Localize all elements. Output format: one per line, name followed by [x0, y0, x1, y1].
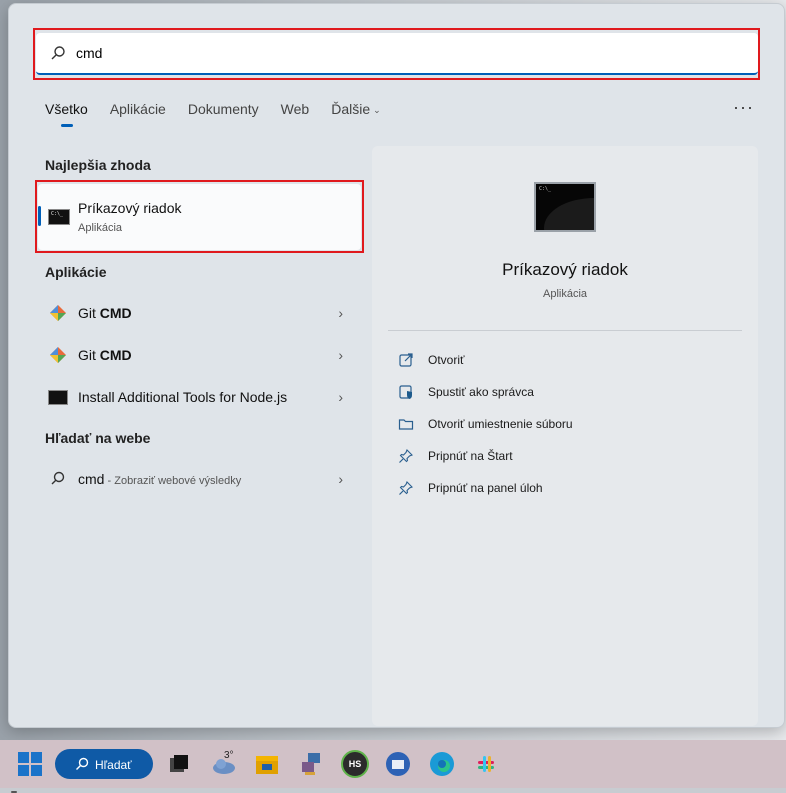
command-prompt-large-icon: C:\_ [534, 182, 596, 232]
app-item-label: Install Additional Tools for Node.js [78, 389, 288, 405]
git-icon [50, 305, 66, 321]
search-input[interactable] [74, 44, 718, 62]
edge-browser-icon[interactable] [428, 750, 456, 778]
action-open[interactable]: Otvoriť [396, 348, 726, 372]
best-match-item[interactable]: C:\_ Príkazový riadok Aplikácia [38, 184, 361, 250]
folder-icon [398, 419, 414, 430]
action-pin-to-start[interactable]: Pripnúť na Štart [396, 444, 726, 468]
tab-more[interactable]: Ďalšie ⌄ [331, 101, 380, 117]
shield-icon [399, 385, 412, 399]
task-view-icon[interactable] [165, 750, 193, 778]
chevron-down-icon: ⌄ [373, 104, 381, 115]
app-item-git-cmd[interactable]: Git CMD › [38, 295, 361, 331]
taskbar: Hľadať HS [0, 740, 786, 793]
chevron-right-icon[interactable]: › [338, 305, 343, 321]
app-item-git-cmd[interactable]: Git CMD › [38, 337, 361, 373]
weather-temperature: 3° [224, 750, 234, 761]
pin-icon [399, 481, 413, 495]
search-icon [51, 471, 65, 485]
tab-apps[interactable]: Aplikácie [110, 101, 166, 117]
command-prompt-icon: C:\_ [48, 209, 70, 225]
action-pin-to-taskbar[interactable]: Pripnúť na panel úloh [396, 476, 726, 500]
app-item-label: Git CMD [78, 305, 132, 321]
hs-app-icon[interactable]: HS [341, 750, 369, 778]
best-match-title: Príkazový riadok [78, 200, 182, 216]
filter-tabs: Všetko Aplikácie Dokumenty Web Ďalšie ⌄ [45, 101, 403, 127]
app-item-node-tools[interactable]: Install Additional Tools for Node.js › [38, 379, 361, 415]
chevron-right-icon[interactable]: › [338, 471, 343, 487]
best-match-heading: Najlepšia zhoda [45, 157, 151, 173]
detail-pane: C:\_ Príkazový riadok Aplikácia Otvoriť … [372, 146, 758, 726]
detail-title: Príkazový riadok [502, 260, 628, 279]
network-app-icon[interactable] [297, 750, 325, 778]
windows-start-icon[interactable] [16, 750, 44, 778]
more-options-button[interactable]: ··· [733, 97, 754, 118]
apps-heading: Aplikácie [45, 264, 107, 280]
action-label: Spustiť ako správca [428, 385, 534, 399]
tab-web[interactable]: Web [281, 101, 310, 117]
action-open-file-location[interactable]: Otvoriť umiestnenie súboru [396, 412, 726, 436]
action-label: Pripnúť na Štart [428, 449, 513, 463]
web-search-item[interactable]: cmd - Zobraziť webové výsledky › [38, 461, 361, 497]
git-icon [50, 347, 66, 363]
selection-indicator [38, 206, 41, 226]
action-label: Otvoriť [428, 353, 465, 367]
open-external-icon [399, 353, 413, 367]
action-label: Otvoriť umiestnenie súboru [428, 417, 573, 431]
pin-icon [399, 449, 413, 463]
tab-documents[interactable]: Dokumenty [188, 101, 259, 117]
thunderbird-icon[interactable] [384, 750, 412, 778]
action-run-as-admin[interactable]: Spustiť ako správca [396, 380, 726, 404]
action-label: Pripnúť na panel úloh [428, 481, 543, 495]
search-icon [51, 46, 65, 60]
chevron-right-icon[interactable]: › [338, 389, 343, 405]
chevron-right-icon[interactable]: › [338, 347, 343, 363]
file-explorer-icon[interactable] [253, 750, 281, 778]
tab-more-label: Ďalšie [331, 101, 371, 117]
command-prompt-icon [48, 390, 68, 405]
web-search-label: cmd - Zobraziť webové výsledky [78, 471, 242, 487]
taskbar-search-label: Hľadať [95, 758, 132, 772]
app-item-label: Git CMD [78, 347, 132, 363]
slack-icon[interactable] [472, 750, 500, 778]
detail-subtitle: Aplikácia [542, 288, 588, 300]
search-box[interactable] [36, 33, 758, 75]
taskbar-search-button[interactable]: Hľadať [55, 749, 153, 779]
web-search-heading: Hľadať na webe [45, 430, 151, 446]
search-icon [76, 757, 89, 770]
best-match-subtitle: Aplikácia [78, 222, 123, 234]
tab-all[interactable]: Všetko [45, 101, 88, 127]
divider [388, 330, 742, 331]
